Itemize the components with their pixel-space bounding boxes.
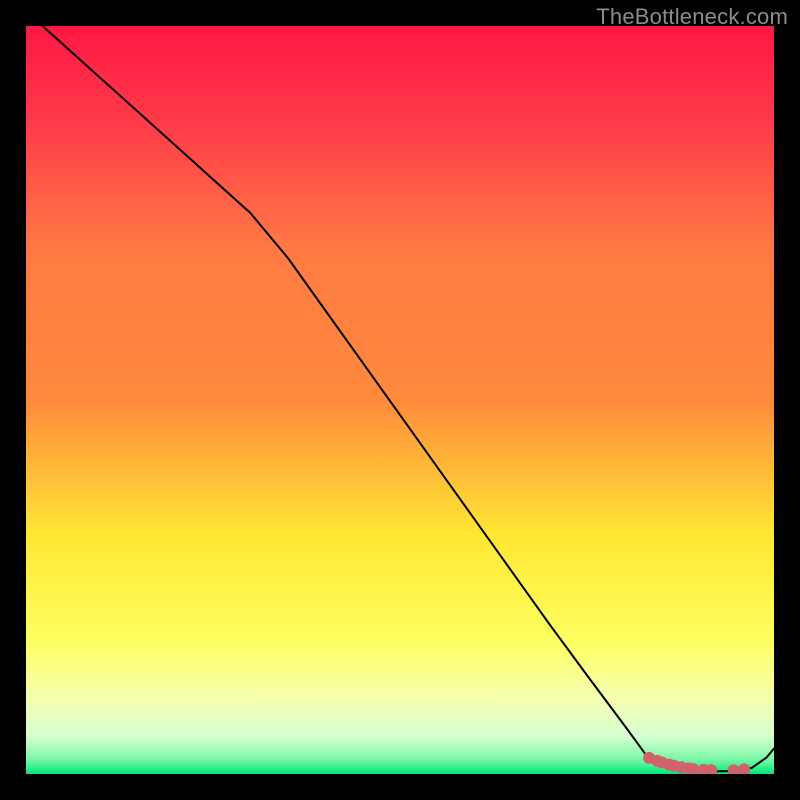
gradient-background [26, 26, 774, 774]
plot-area [26, 26, 774, 774]
chart-frame: TheBottleneck.com [0, 0, 800, 800]
watermark-text: TheBottleneck.com [596, 4, 788, 30]
chart-canvas [26, 26, 774, 774]
